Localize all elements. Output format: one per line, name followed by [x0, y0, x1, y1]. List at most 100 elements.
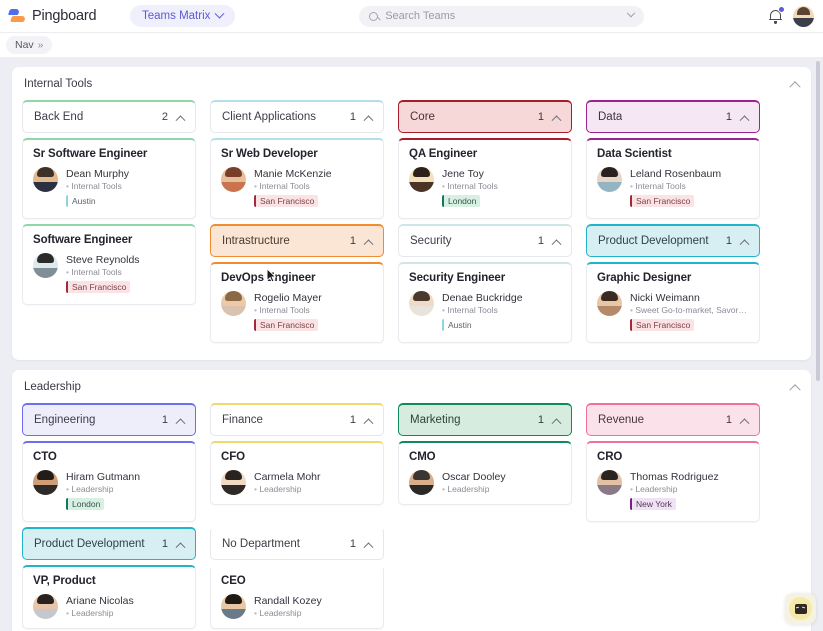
team-name: Product Development — [34, 538, 145, 550]
user-avatar[interactable] — [793, 5, 814, 27]
person-card[interactable]: Sr Software Engineer Dean Murphy • Interna… — [22, 138, 196, 219]
nav-strip: Nav » — [0, 33, 823, 57]
person-card[interactable]: VP, Product Ariane Nicolas • Leadership — [22, 565, 196, 629]
teams-matrix-scroll-area[interactable]: Internal Tools Back End 2 Sr Software Engin… — [0, 57, 823, 631]
person-card[interactable]: Data Scientist Leland Rosenbaum • Internal… — [586, 138, 760, 219]
team-header-card[interactable]: Revenue 1 — [586, 403, 760, 436]
chevron-up-icon[interactable] — [551, 238, 562, 249]
team-name: Finance — [222, 414, 263, 426]
person-card[interactable]: Security Engineer Denae Buckridge • Intern… — [398, 262, 572, 343]
vertical-scrollbar[interactable] — [816, 61, 820, 381]
person-avatar[interactable] — [33, 253, 58, 278]
team-name: Product Development — [598, 235, 709, 247]
chevron-up-icon[interactable] — [551, 114, 562, 125]
person-team: • Internal Tools — [66, 267, 122, 277]
chevron-up-icon[interactable] — [789, 80, 801, 92]
team-header-card[interactable]: Intrastructure 1 — [210, 224, 384, 257]
chevron-up-icon[interactable] — [789, 383, 801, 395]
person-team-label: Leadership — [447, 484, 490, 494]
brand-logo[interactable]: Pingboard — [0, 8, 130, 24]
person-team: • Leadership — [66, 608, 114, 618]
chevron-up-icon[interactable] — [363, 417, 374, 428]
chevron-up-icon[interactable] — [175, 541, 186, 552]
team-column: Product Development 1 VP, Product Ariane Ni… — [22, 527, 196, 631]
person-avatar[interactable] — [33, 594, 58, 619]
team-header-card[interactable]: Engineering 1 — [22, 403, 196, 436]
chevron-up-icon[interactable] — [175, 417, 186, 428]
person-avatar[interactable] — [33, 470, 58, 495]
person-name: Jene Toy — [442, 168, 484, 180]
person-team-label: Leadership — [259, 484, 302, 494]
person-avatar[interactable] — [33, 167, 58, 192]
team-header-card[interactable]: Security 1 — [398, 224, 572, 257]
person-card[interactable]: QA Engineer Jene Toy • Internal Tools Londo… — [398, 138, 572, 219]
pingboard-logo-icon — [8, 8, 26, 24]
person-card[interactable]: CRO Thomas Rodriguez • Leadership New York — [586, 441, 760, 522]
search-icon — [369, 11, 379, 21]
chevron-up-icon[interactable] — [175, 114, 186, 125]
team-member-count: 1 — [349, 111, 356, 123]
section-title: Internal Tools — [24, 77, 93, 90]
team-column: No Department 1 CEO Randall Kozey • Leadersh… — [210, 527, 384, 631]
person-role: Graphic Designer — [597, 272, 692, 284]
person-card[interactable]: Sr Web Developer Manie McKenzie • Internal… — [210, 138, 384, 219]
person-avatar[interactable] — [409, 291, 434, 316]
chevron-up-icon[interactable] — [739, 238, 750, 249]
chevron-up-icon[interactable] — [739, 114, 750, 125]
person-avatar[interactable] — [221, 594, 246, 619]
person-avatar[interactable] — [597, 167, 622, 192]
chevron-up-icon[interactable] — [551, 417, 562, 428]
person-location-badge: Austin — [442, 319, 476, 331]
team-member-count: 1 — [349, 235, 356, 247]
person-avatar[interactable] — [221, 167, 246, 192]
team-member-count: 1 — [725, 111, 732, 123]
team-header-card[interactable]: Marketing 1 — [398, 403, 572, 436]
chevron-down-icon — [214, 8, 225, 19]
team-header-card[interactable]: Product Development 1 — [586, 224, 760, 257]
teams-matrix-dropdown[interactable]: Teams Matrix — [130, 5, 236, 27]
team-header-card[interactable]: Product Development 1 — [22, 527, 196, 560]
person-team: • Internal Tools — [254, 305, 310, 315]
team-header-card[interactable]: Back End 2 — [22, 100, 196, 133]
chevron-up-icon[interactable] — [363, 238, 374, 249]
team-header-card[interactable]: Finance 1 — [210, 403, 384, 436]
team-member-count: 1 — [537, 235, 544, 247]
chevron-up-icon[interactable] — [739, 417, 750, 428]
chevron-up-icon[interactable] — [363, 114, 374, 125]
person-card[interactable]: CFO Carmela Mohr • Leadership — [210, 441, 384, 505]
chevron-up-icon[interactable] — [363, 541, 374, 552]
team-header-card[interactable]: No Department 1 — [210, 527, 384, 560]
nav-expand-button[interactable]: Nav » — [6, 36, 53, 54]
team-member-count: 2 — [161, 111, 168, 123]
person-avatar[interactable] — [221, 291, 246, 316]
team-header-card[interactable]: Core 1 — [398, 100, 572, 133]
person-location-badge: San Francisco — [254, 319, 319, 331]
chat-widget-button[interactable] — [785, 593, 816, 624]
notification-badge-dot — [778, 6, 785, 13]
section-header[interactable]: Leadership — [22, 370, 801, 403]
person-avatar[interactable] — [597, 291, 622, 316]
section-header[interactable]: Internal Tools — [22, 67, 801, 100]
person-team-label: Internal Tools — [71, 181, 122, 191]
person-card[interactable]: CEO Randall Kozey • Leadership — [210, 565, 384, 629]
team-header-card[interactable]: Data 1 — [586, 100, 760, 133]
person-card[interactable]: CTO Hiram Gutmann • Leadership London — [22, 441, 196, 522]
person-card[interactable]: Software Engineer Steve Reynolds • Interna… — [22, 224, 196, 305]
search-input[interactable]: Search Teams — [359, 5, 645, 27]
person-card[interactable]: DevOps Engineer Rogelio Mayer • Internal T… — [210, 262, 384, 343]
person-avatar[interactable] — [221, 470, 246, 495]
person-team-label: Internal Tools — [71, 267, 122, 277]
person-avatar[interactable] — [409, 470, 434, 495]
person-card[interactable]: Graphic Designer Nicki Weimann • Sweet Go-… — [586, 262, 760, 343]
team-header-card[interactable]: Client Applications 1 — [210, 100, 384, 133]
person-avatar[interactable] — [409, 167, 434, 192]
team-name: Engineering — [34, 414, 96, 426]
team-column: Back End 2 Sr Software Engineer Dean Murphy… — [22, 100, 196, 224]
notifications-bell-icon[interactable] — [768, 6, 785, 24]
person-avatar[interactable] — [597, 470, 622, 495]
person-name: Nicki Weimann — [630, 292, 700, 304]
person-card[interactable]: CMO Oscar Dooley • Leadership — [398, 441, 572, 505]
chevron-down-icon[interactable] — [626, 8, 636, 18]
person-team-label: Leadership — [259, 608, 302, 618]
team-name: Back End — [34, 111, 84, 123]
